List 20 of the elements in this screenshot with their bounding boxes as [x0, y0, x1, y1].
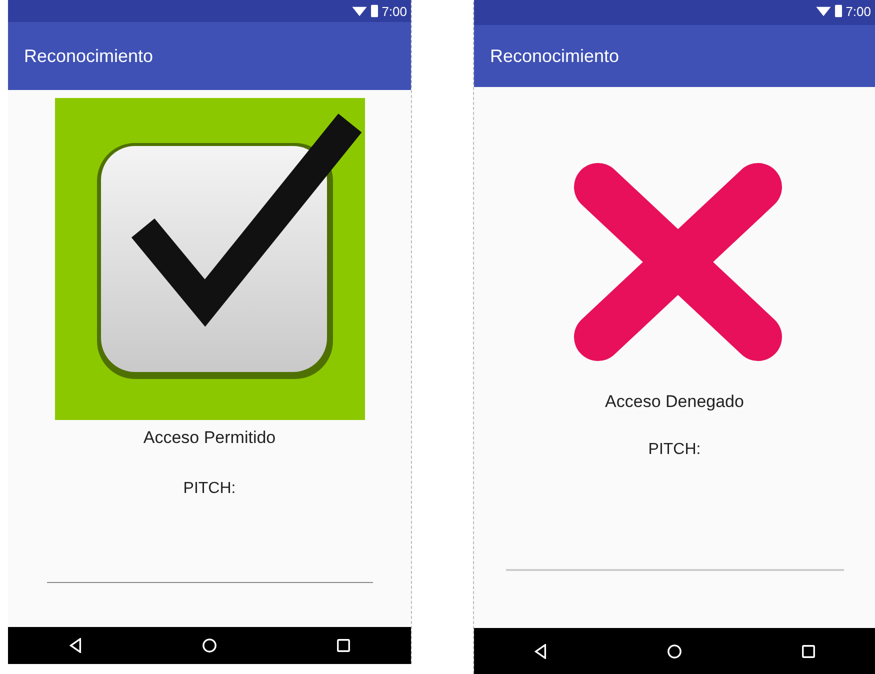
app-title: Reconocimiento	[24, 46, 154, 66]
back-icon[interactable]	[533, 644, 548, 658]
pitch-label: PITCH:	[648, 441, 701, 459]
result-text: Acceso Denegado	[605, 392, 744, 412]
status-time: 7:00	[846, 4, 871, 18]
pitch-label: PITCH:	[183, 480, 236, 498]
app-title: Reconocimiento	[490, 46, 620, 66]
cross-icon	[572, 162, 782, 362]
battery-icon	[370, 4, 378, 18]
checkbox-checked-icon	[54, 98, 364, 420]
recents-icon[interactable]	[336, 638, 352, 653]
battery-icon	[834, 4, 842, 18]
wifi-icon	[352, 6, 367, 16]
status-time: 7:00	[382, 4, 407, 18]
wifi-icon	[816, 6, 831, 16]
home-icon[interactable]	[202, 638, 217, 653]
result-text: Acceso Permitido	[143, 428, 276, 448]
home-icon[interactable]	[666, 644, 682, 658]
back-icon[interactable]	[68, 638, 83, 653]
recents-icon[interactable]	[800, 644, 816, 658]
